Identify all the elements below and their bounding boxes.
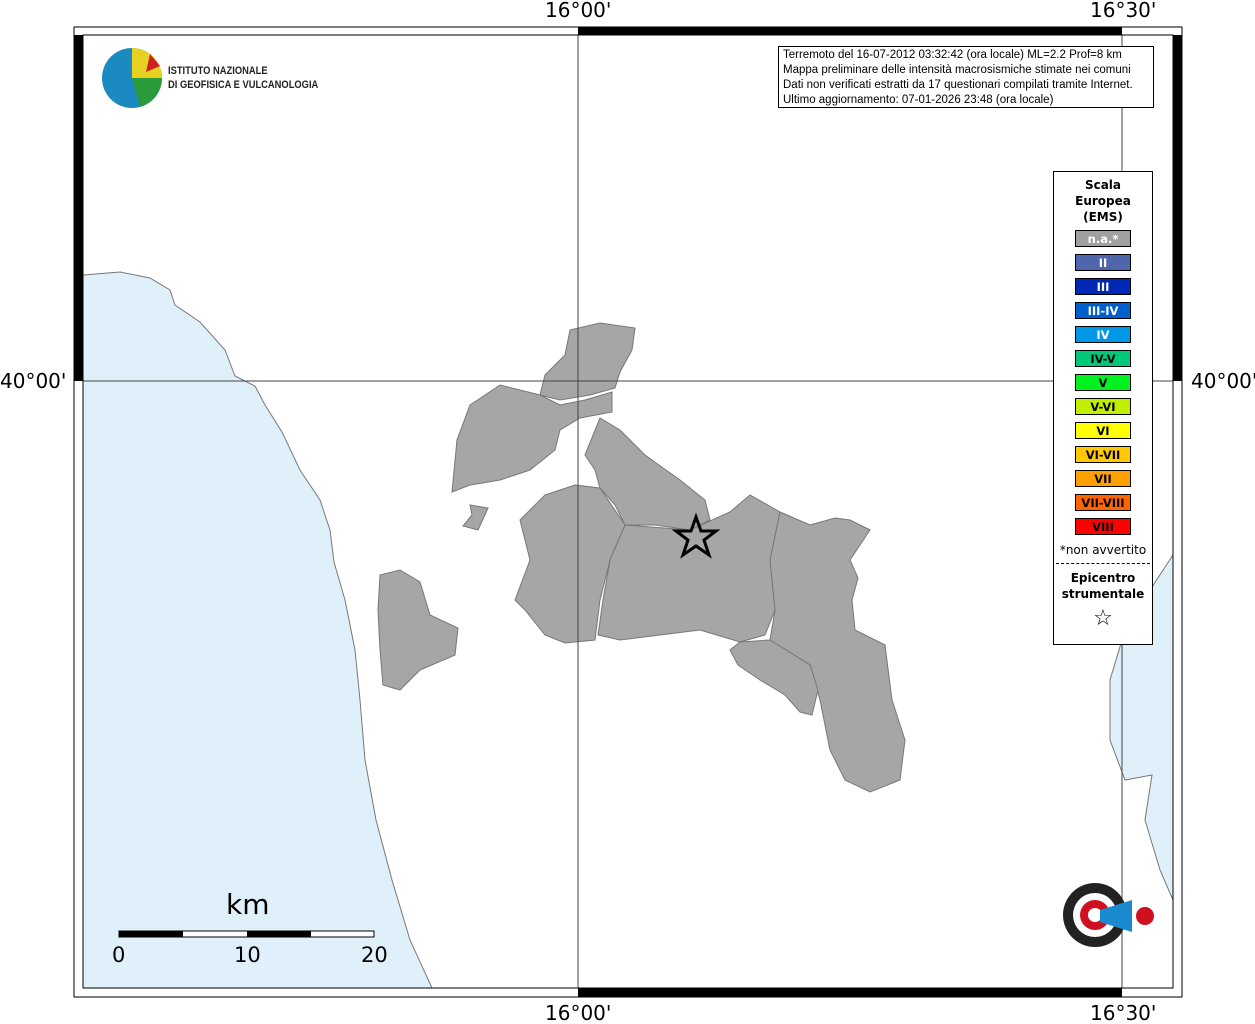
lon-tick-top-16-30: 16°30'	[1090, 0, 1157, 22]
ingv-name: ISTITUTO NAZIONALE	[168, 65, 268, 77]
lat-tick-left: 40°00'	[0, 369, 67, 393]
ingv-logo-text: ISTITUTO NAZIONALE DI GEOFISICA E VULCAN…	[168, 64, 318, 92]
legend-swatch: VI	[1075, 422, 1131, 439]
legend-swatch: n.a.*	[1075, 230, 1131, 247]
legend-title-line: Europea	[1075, 194, 1131, 208]
info-line: Ultimo aggiornamento: 07-01-2026 23:48 (…	[783, 94, 1054, 106]
star-icon: ☆	[1093, 606, 1113, 631]
legend-epicenter-label: Epicentro strumentale	[1054, 570, 1152, 602]
legend-swatch: III-IV	[1075, 302, 1131, 319]
info-line: Dati non verificati estratti da 17 quest…	[783, 79, 1133, 91]
lon-tick-top-16-00: 16°00'	[545, 0, 612, 22]
scalebar-unit: km	[226, 888, 270, 921]
legend-swatch: VIII	[1075, 518, 1131, 535]
legend-swatch: IV	[1075, 326, 1131, 343]
scalebar	[118, 930, 375, 938]
scalebar-label: 0	[112, 943, 126, 967]
legend-swatch: V-VI	[1075, 398, 1131, 415]
ingv-name2: DI GEOFISICA E VULCANOLOGIA	[168, 79, 319, 91]
legend-title-line: (EMS)	[1083, 210, 1123, 224]
scalebar-label: 10	[234, 943, 261, 967]
info-line: Terremoto del 16-07-2012 03:32:42 (ora l…	[783, 49, 1122, 61]
legend-swatch: VII-VIII	[1075, 494, 1131, 511]
legend-swatch: II	[1075, 254, 1131, 271]
ingv-logo-globe	[102, 48, 163, 108]
legend-epicenter-line: Epicentro	[1070, 571, 1136, 585]
legend-title-line: Scala	[1084, 178, 1122, 192]
legend-swatch: V	[1075, 374, 1131, 391]
legend-title: Scala Europea (EMS)	[1054, 177, 1152, 225]
legend-swatch: III	[1075, 278, 1131, 295]
legend-swatches: n.a.* II III III-IV IV IV-V V V-VI VI VI-VII VII VI…	[1054, 230, 1152, 535]
event-info-box: Terremoto del 16-07-2012 03:32:42 (ora l…	[778, 46, 1154, 108]
ems-legend: Scala Europea (EMS) n.a.* II III III-IV IV IV…	[1053, 171, 1153, 645]
legend-divider	[1056, 563, 1150, 564]
legend-swatch: VII	[1075, 470, 1131, 487]
lon-tick-bottom-16-00: 16°00'	[545, 1001, 612, 1024]
intensity-map: 16°00' 16°30' 16°00' 16°30' 40°00' 40°00…	[0, 0, 1255, 1024]
legend-swatch: VI-VII	[1075, 446, 1131, 463]
lat-tick-right: 40°00'	[1191, 369, 1255, 393]
legend-swatch: IV-V	[1075, 350, 1131, 367]
info-line: Mappa preliminare delle intensità macros…	[783, 64, 1131, 76]
legend-note: *non avvertito	[1059, 543, 1147, 557]
scalebar-label: 20	[361, 943, 388, 967]
legend-epicenter-line: strumentale	[1061, 587, 1145, 601]
lon-tick-bottom-16-30: 16°30'	[1090, 1001, 1157, 1024]
